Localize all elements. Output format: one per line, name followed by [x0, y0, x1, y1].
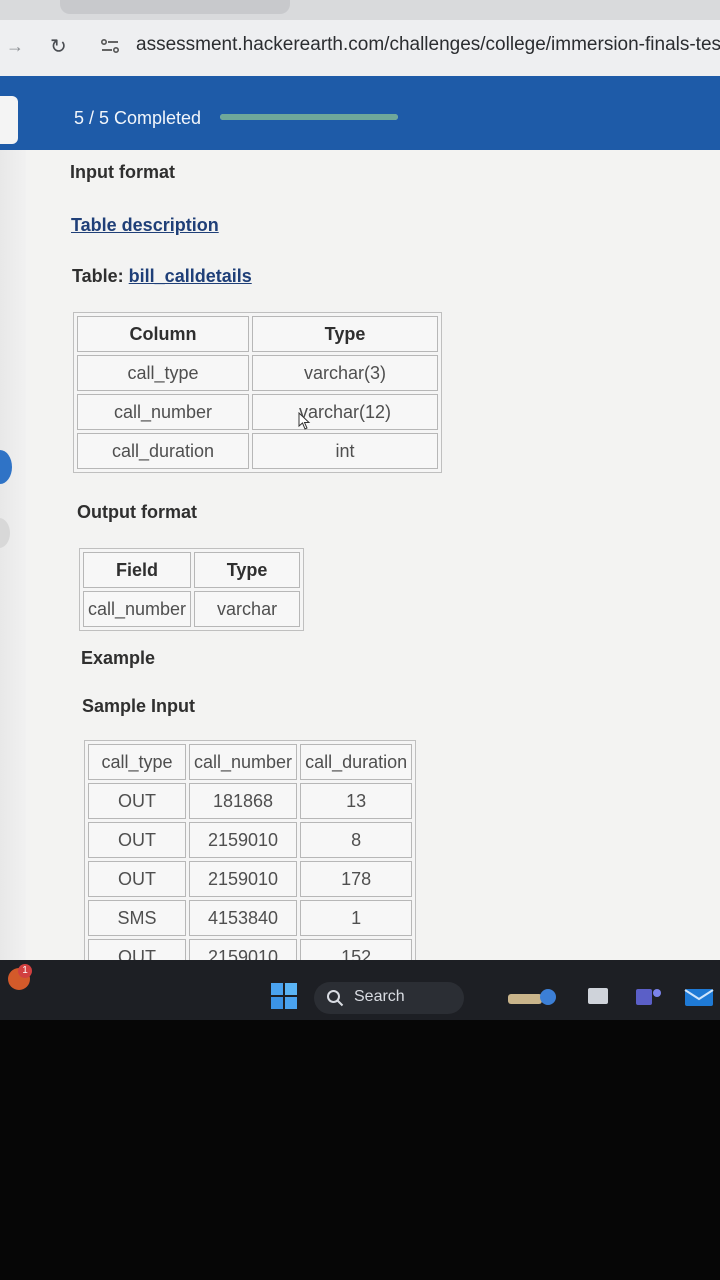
progress-label: 5 / 5 Completed [74, 108, 202, 128]
sample-header: call_type [88, 744, 186, 780]
browser-tab[interactable] [60, 0, 290, 14]
sample-cell: 13 [300, 783, 413, 819]
taskbar-search-box[interactable]: Search [314, 982, 464, 1014]
sample-cell: OUT [88, 822, 186, 858]
progress-header: 5 / 5 Completed [0, 76, 720, 150]
table-row: call_type varchar(3) [77, 355, 438, 391]
input-format-heading: Input format [70, 162, 175, 182]
question-indicator-active[interactable] [0, 450, 12, 484]
address-bar: → ↻ assessment.hackerearth.com/challenge… [0, 20, 720, 76]
table-row: OUT 2159010 8 [88, 822, 413, 858]
table-prefix: Table: [72, 266, 129, 286]
column-type: varchar(12) [252, 394, 438, 430]
widgets-app-icon[interactable] [506, 986, 558, 1008]
search-label: Search [354, 988, 405, 1005]
table-row: call_duration int [77, 433, 438, 469]
sample-cell: 152 [300, 939, 413, 960]
sample-header: call_duration [300, 744, 413, 780]
field-type: varchar [194, 591, 301, 627]
table-row: call_number varchar(12) [77, 394, 438, 430]
assessment-page: 5 / 5 Completed Input format Table descr… [0, 76, 720, 960]
notification-badge: 1 [18, 964, 32, 978]
input-columns-table: Column Type call_type varchar(3) call_nu… [73, 312, 442, 473]
sample-input-heading: Sample Input [82, 696, 196, 716]
sample-cell: 4153840 [189, 900, 298, 936]
field-name: call_number [83, 591, 192, 627]
site-settings-icon[interactable] [100, 38, 120, 54]
reload-icon[interactable]: ↻ [50, 34, 67, 59]
sample-cell: OUT [88, 783, 186, 819]
column-type: varchar(3) [252, 355, 438, 391]
sample-cell: OUT [88, 939, 186, 960]
search-icon [327, 990, 344, 1007]
column-name: call_number [77, 394, 249, 430]
progress-track [220, 114, 398, 120]
output-format-heading: Output format [77, 502, 197, 522]
teams-icon[interactable] [634, 986, 662, 1008]
screen-bezel [0, 1020, 720, 1280]
table-row: OUT 2159010 178 [88, 861, 413, 897]
column-name: call_duration [77, 433, 249, 469]
sample-cell: SMS [88, 900, 186, 936]
sample-cell: 181868 [189, 783, 298, 819]
left-sidebar-strip [0, 150, 26, 960]
table-row: OUT 181868 13 [88, 783, 413, 819]
table-name-heading: Table: bill_calldetails [72, 266, 252, 287]
side-panel-handle[interactable] [0, 96, 18, 144]
column-header: Column [77, 316, 249, 352]
mail-icon[interactable] [684, 986, 714, 1008]
output-fields-table: Field Type call_number varchar [79, 548, 305, 631]
field-header: Field [83, 552, 192, 588]
type-header: Type [194, 552, 301, 588]
sample-cell: 2159010 [189, 822, 298, 858]
sample-cell: 178 [300, 861, 413, 897]
column-name: call_type [77, 355, 249, 391]
table-row: call_number varchar [83, 591, 301, 627]
sample-input-table: call_type call_number call_duration OUT … [84, 740, 417, 960]
sample-cell: 2159010 [189, 939, 298, 960]
mouse-pointer-icon [298, 412, 311, 430]
windows-start-icon[interactable] [270, 982, 298, 1010]
type-header: Type [252, 316, 438, 352]
table-name-link[interactable]: bill_calldetails [129, 266, 252, 286]
example-heading: Example [81, 648, 156, 668]
url-text[interactable]: assessment.hackerearth.com/challenges/co… [136, 34, 720, 56]
question-indicator[interactable] [0, 518, 10, 548]
sample-header: call_number [189, 744, 298, 780]
sample-cell: 1 [300, 900, 413, 936]
app-icon[interactable] [586, 986, 610, 1008]
forward-arrow-icon[interactable]: → [6, 36, 24, 57]
table-row: SMS 4153840 1 [88, 900, 413, 936]
sample-cell: 8 [300, 822, 413, 858]
table-row: OUT 2159010 152 [88, 939, 413, 960]
column-type: int [252, 433, 438, 469]
problem-content: Input format Table description Table: bi… [0, 150, 720, 960]
taskbar: 1 Search [0, 960, 720, 1020]
progress-fill [220, 114, 398, 120]
browser-tab-strip [0, 0, 720, 20]
sample-cell: OUT [88, 861, 186, 897]
sample-cell: 2159010 [189, 861, 298, 897]
table-description-link[interactable]: Table description [71, 215, 219, 236]
